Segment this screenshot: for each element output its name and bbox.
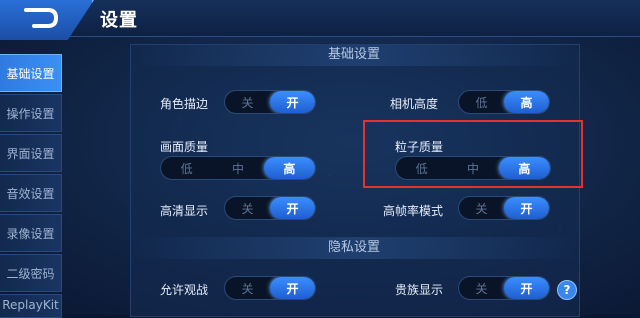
high-fps-label: 高帧率模式 <box>383 204 444 218</box>
image-quality-selector[interactable]: 低 中 高 <box>160 156 316 180</box>
outline-off-option[interactable]: 关 <box>225 91 270 113</box>
sidebar-item-sound[interactable]: 音效设置 <box>0 174 62 212</box>
noble-display-label: 贵族显示 <box>395 283 444 297</box>
sidebar: 基础设置 操作设置 界面设置 音效设置 录像设置 二级密码 ReplayKit <box>0 52 66 318</box>
allow-spectate-label: 允许观战 <box>160 283 209 297</box>
sidebar-item-password[interactable]: 二级密码 <box>0 254 62 292</box>
sidebar-item-basic[interactable]: 基础设置 <box>0 54 62 92</box>
page-title: 设置 <box>100 10 138 31</box>
image-quality-low-option[interactable]: 低 <box>161 157 212 179</box>
back-button[interactable] <box>0 0 94 40</box>
noble-display-off-option[interactable]: 关 <box>459 277 504 299</box>
back-arrow-icon <box>24 8 59 28</box>
high-fps-toggle[interactable]: 关 开 <box>458 196 550 220</box>
camera-height-low-option[interactable]: 低 <box>459 91 504 113</box>
camera-height-label: 相机高度 <box>390 97 439 111</box>
outline-label: 角色描边 <box>160 97 209 111</box>
sidebar-item-recording[interactable]: 录像设置 <box>0 214 62 252</box>
hd-display-off-option[interactable]: 关 <box>225 197 270 219</box>
noble-display-on-option[interactable]: 开 <box>504 277 549 299</box>
hd-display-toggle[interactable]: 关 开 <box>224 196 316 220</box>
high-fps-off-option[interactable]: 关 <box>459 197 504 219</box>
section-basic-title: 基础设置 <box>130 44 578 66</box>
image-quality-label: 画面质量 <box>160 140 209 154</box>
image-quality-high-option[interactable]: 高 <box>263 157 315 179</box>
outline-on-option[interactable]: 开 <box>270 91 315 113</box>
image-quality-mid-option[interactable]: 中 <box>212 157 263 179</box>
high-fps-on-option[interactable]: 开 <box>504 197 549 219</box>
allow-spectate-off-option[interactable]: 关 <box>225 277 270 299</box>
section-privacy-title: 隐私设置 <box>130 237 578 259</box>
allow-spectate-on-option[interactable]: 开 <box>270 277 315 299</box>
noble-display-toggle[interactable]: 关 开 <box>458 276 550 300</box>
sidebar-item-controls[interactable]: 操作设置 <box>0 94 62 132</box>
hd-display-on-option[interactable]: 开 <box>270 197 315 219</box>
allow-spectate-toggle[interactable]: 关 开 <box>224 276 316 300</box>
sidebar-item-interface[interactable]: 界面设置 <box>0 134 62 172</box>
camera-height-toggle[interactable]: 低 高 <box>458 90 550 114</box>
highlight-box <box>363 120 583 188</box>
sidebar-item-replaykit[interactable]: ReplayKit <box>0 294 62 318</box>
header-bar: 设置 <box>0 0 640 40</box>
help-icon[interactable]: ? <box>557 280 577 300</box>
outline-toggle[interactable]: 关 开 <box>224 90 316 114</box>
hd-display-label: 高清显示 <box>160 204 209 218</box>
camera-height-high-option[interactable]: 高 <box>504 91 549 113</box>
